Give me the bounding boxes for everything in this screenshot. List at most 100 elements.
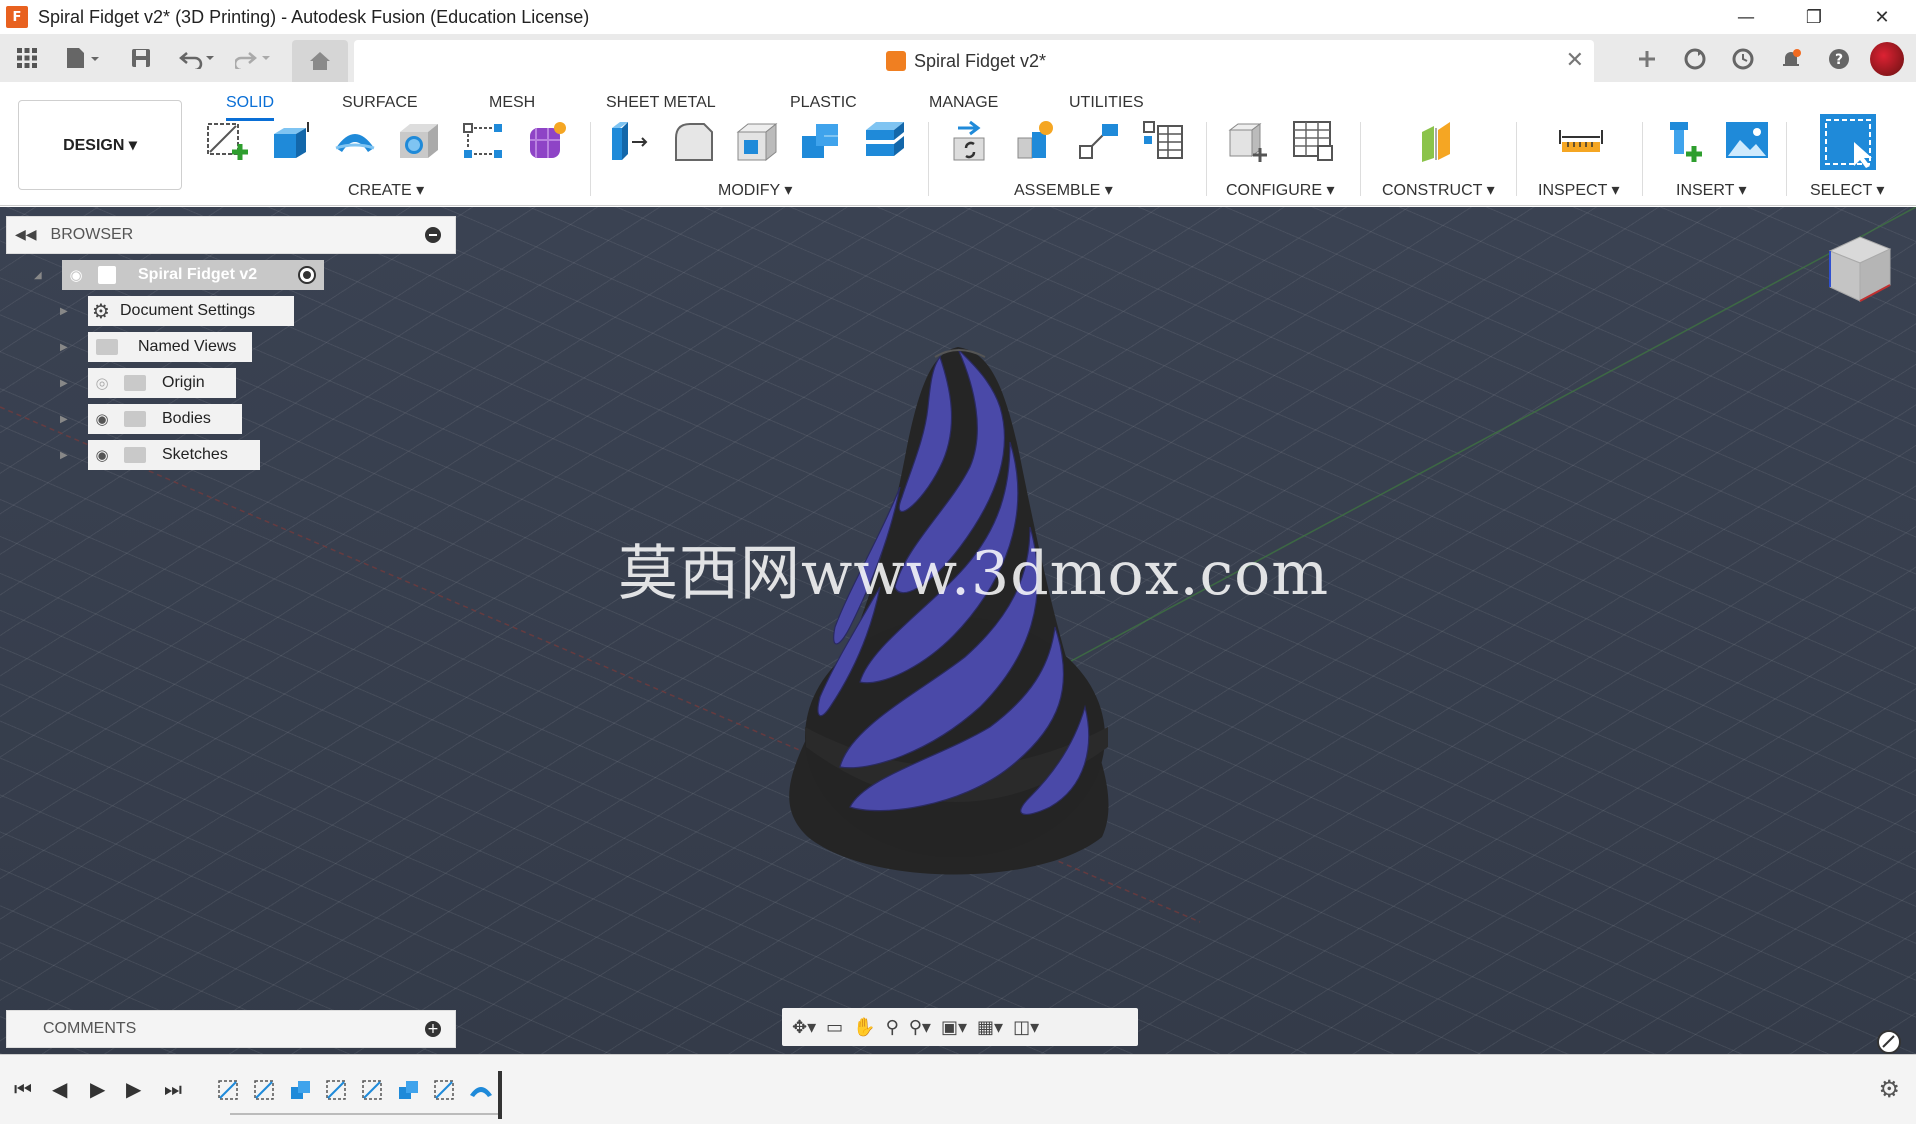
- assemble-group-label[interactable]: ASSEMBLE ▾: [1014, 180, 1113, 200]
- step-back-icon[interactable]: ◀: [52, 1077, 67, 1101]
- go-start-icon[interactable]: ⏮: [14, 1077, 32, 1101]
- 3d-viewport[interactable]: 莫西网www.3dmox.com: [0, 207, 1916, 1054]
- close-window-button[interactable]: ✕: [1848, 0, 1916, 34]
- save-icon[interactable]: [126, 42, 156, 74]
- combine-icon[interactable]: [798, 118, 844, 164]
- viewports-icon[interactable]: ◫▾: [1013, 1017, 1039, 1038]
- measure-icon[interactable]: [1558, 118, 1604, 164]
- create-sketch-icon[interactable]: [204, 118, 250, 164]
- expander-icon[interactable]: ▶: [60, 306, 68, 317]
- close-tab-button[interactable]: ✕: [1566, 48, 1584, 73]
- user-avatar[interactable]: [1870, 42, 1904, 76]
- extrude-icon[interactable]: [268, 118, 314, 164]
- add-comment-icon[interactable]: +: [425, 1021, 441, 1037]
- canvas-icon[interactable]: [1724, 118, 1770, 164]
- look-at-icon[interactable]: ▭: [826, 1017, 843, 1038]
- timeline-sketch-icon[interactable]: [324, 1077, 350, 1103]
- tab-surface[interactable]: SURFACE: [342, 88, 418, 118]
- tab-mesh[interactable]: MESH: [489, 88, 535, 118]
- pattern-icon[interactable]: [460, 118, 506, 164]
- expander-icon[interactable]: ▶: [60, 450, 68, 461]
- history-icon[interactable]: [1726, 42, 1760, 76]
- undo-icon[interactable]: [176, 42, 220, 74]
- configuration-table-icon[interactable]: [1290, 118, 1336, 164]
- timeline-combine-icon[interactable]: [396, 1077, 422, 1103]
- create-form-icon[interactable]: [524, 118, 570, 164]
- insert-group-label[interactable]: INSERT ▾: [1676, 180, 1747, 200]
- create-group-label[interactable]: CREATE ▾: [348, 180, 424, 200]
- apps-grid-icon[interactable]: [12, 42, 42, 74]
- minimize-button[interactable]: —: [1712, 0, 1780, 34]
- as-built-joint-icon[interactable]: [1076, 118, 1122, 164]
- timeline-marker[interactable]: [498, 1071, 502, 1119]
- tab-plastic[interactable]: PLASTIC: [790, 88, 857, 118]
- configure-design-icon[interactable]: [1226, 118, 1272, 164]
- help-icon[interactable]: ?: [1822, 42, 1856, 76]
- new-tab-icon[interactable]: [1630, 42, 1664, 76]
- insert-mcmaster-icon[interactable]: [1664, 118, 1710, 164]
- expander-icon[interactable]: ▶: [60, 378, 68, 389]
- step-forward-icon[interactable]: ▶: [126, 1077, 141, 1101]
- joint-icon[interactable]: [1012, 118, 1058, 164]
- redo-icon[interactable]: [232, 42, 276, 74]
- fillet-icon[interactable]: [670, 118, 716, 164]
- timeline-sketch-icon[interactable]: [216, 1077, 242, 1103]
- timeline-sketch-icon[interactable]: [432, 1077, 458, 1103]
- sync-icon[interactable]: [1678, 42, 1712, 76]
- home-button[interactable]: [292, 40, 348, 82]
- revolve-icon[interactable]: [332, 118, 378, 164]
- browser-minimize-icon[interactable]: [425, 227, 441, 243]
- new-component-icon[interactable]: [948, 118, 994, 164]
- zoom-icon[interactable]: ⚲: [886, 1017, 899, 1038]
- timeline-sketch-icon[interactable]: [360, 1077, 386, 1103]
- browser-item-origin[interactable]: ◎ Origin: [88, 368, 236, 398]
- document-tab[interactable]: Spiral Fidget v2* ✕: [354, 40, 1594, 82]
- press-pull-icon[interactable]: [606, 118, 652, 164]
- notifications-icon[interactable]: [1774, 42, 1808, 76]
- visibility-eye-icon[interactable]: ◉: [88, 440, 116, 470]
- timeline-revolve-icon[interactable]: [468, 1077, 494, 1103]
- browser-item-named-views[interactable]: Named Views: [88, 332, 252, 362]
- split-body-icon[interactable]: [862, 118, 908, 164]
- construct-group-label[interactable]: CONSTRUCT ▾: [1382, 180, 1495, 200]
- hidden-eye-icon[interactable]: ◎: [88, 368, 116, 398]
- visibility-eye-icon[interactable]: ◉: [88, 404, 116, 434]
- pan-icon[interactable]: ✋: [853, 1017, 875, 1038]
- timeline-settings-icon[interactable]: ⚙: [1878, 1075, 1900, 1103]
- appearance-toggle-icon[interactable]: [1876, 1029, 1902, 1055]
- tab-sheet-metal[interactable]: SHEET METAL: [606, 88, 716, 118]
- collapse-panel-icon[interactable]: ◀◀: [15, 227, 37, 243]
- shell-icon[interactable]: [734, 118, 780, 164]
- expander-icon[interactable]: ▶: [60, 342, 68, 353]
- expander-icon[interactable]: ▶: [60, 414, 68, 425]
- play-icon[interactable]: ▶: [90, 1077, 105, 1101]
- go-end-icon[interactable]: ⏭: [164, 1077, 182, 1101]
- inspect-group-label[interactable]: INSPECT ▾: [1538, 180, 1620, 200]
- comments-panel-header[interactable]: COMMENTS +: [6, 1010, 456, 1048]
- timeline-sketch-icon[interactable]: [252, 1077, 278, 1103]
- visibility-eye-icon[interactable]: ◉: [62, 260, 90, 290]
- browser-item-sketches[interactable]: ◉ Sketches: [88, 440, 260, 470]
- browser-item-document-settings[interactable]: ⚙ Document Settings: [88, 296, 294, 326]
- bill-of-materials-icon[interactable]: [1140, 118, 1186, 164]
- configure-group-label[interactable]: CONFIGURE ▾: [1226, 180, 1334, 200]
- view-cube[interactable]: [1820, 231, 1900, 311]
- workspace-switcher-button[interactable]: DESIGN ▾: [18, 100, 182, 190]
- select-group-label[interactable]: SELECT ▾: [1810, 180, 1884, 200]
- expander-root-icon[interactable]: ◢: [34, 270, 42, 281]
- tab-manage[interactable]: MANAGE: [929, 88, 998, 118]
- offset-plane-icon[interactable]: [1416, 118, 1462, 164]
- orbit-icon[interactable]: ✥▾: [792, 1017, 816, 1038]
- file-icon[interactable]: [60, 42, 104, 74]
- select-tool-icon[interactable]: [1818, 112, 1878, 172]
- browser-item-bodies[interactable]: ◉ Bodies: [88, 404, 242, 434]
- grid-settings-icon[interactable]: ▦▾: [977, 1017, 1003, 1038]
- tab-utilities[interactable]: UTILITIES: [1069, 88, 1144, 118]
- tab-solid[interactable]: SOLID: [226, 88, 275, 121]
- restore-button[interactable]: ❐: [1780, 0, 1848, 34]
- browser-root-node[interactable]: ◉ Spiral Fidget v2: [62, 260, 324, 290]
- activate-radio-icon[interactable]: [298, 266, 316, 284]
- timeline-combine-icon[interactable]: [288, 1077, 314, 1103]
- fit-icon[interactable]: ⚲▾: [909, 1017, 931, 1038]
- hole-icon[interactable]: [396, 118, 442, 164]
